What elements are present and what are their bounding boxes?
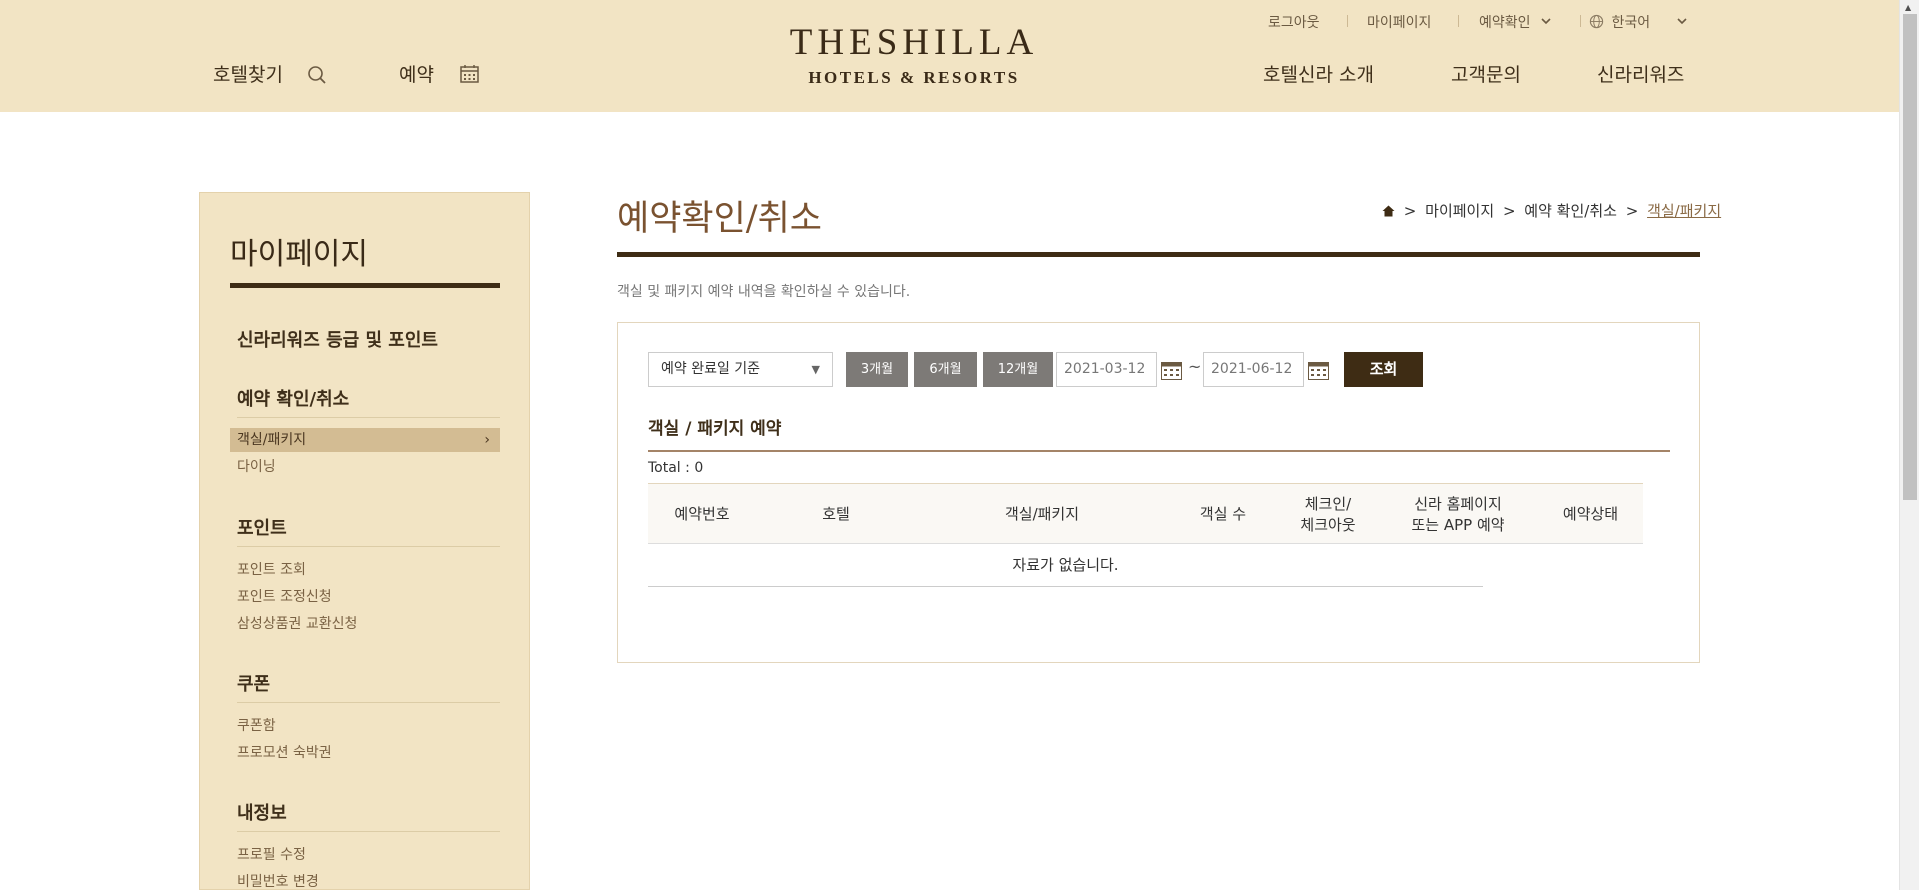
find-hotel-link[interactable]: 호텔찾기 bbox=[213, 60, 283, 87]
section-title: 객실 / 패키지 예약 bbox=[648, 419, 782, 439]
divider bbox=[1580, 15, 1581, 27]
col-checkin-checkout: 체크인/ 체크아웃 bbox=[1278, 484, 1378, 545]
sidebar-item-password-change[interactable]: 비밀번호 변경 bbox=[237, 871, 319, 891]
chevron-down-icon bbox=[1541, 18, 1551, 25]
breadcrumb-sep: > bbox=[1625, 202, 1639, 220]
sidebar-item-coupon-box[interactable]: 쿠폰함 bbox=[237, 715, 276, 735]
col-channel-line1: 신라 홈페이지 bbox=[1414, 494, 1502, 513]
nav-inquiry[interactable]: 고객문의 bbox=[1451, 60, 1521, 87]
globe-icon bbox=[1589, 14, 1604, 29]
sidebar-item-point-adjust[interactable]: 포인트 조정신청 bbox=[237, 586, 332, 606]
sidebar-item-room-package[interactable]: 객실/패키지 › bbox=[230, 428, 500, 452]
sidebar-item-giftcard-exchange[interactable]: 삼성상품권 교환신청 bbox=[237, 613, 357, 633]
sidebar-heading-myinfo[interactable]: 내정보 bbox=[237, 799, 287, 825]
col-hotel: 호텔 bbox=[822, 505, 850, 523]
breadcrumb-sep: > bbox=[1403, 202, 1417, 220]
calendar-icon[interactable] bbox=[460, 64, 479, 83]
section-bar bbox=[648, 450, 1670, 452]
sidebar-title: 마이페이지 bbox=[230, 237, 368, 272]
calendar-icon[interactable] bbox=[1308, 360, 1329, 380]
find-hotel-label: 호텔찾기 bbox=[213, 64, 283, 86]
logo-wordmark: THESHILLA bbox=[789, 22, 1039, 63]
page-description: 객실 및 패키지 예약 내역을 확인하실 수 있습니다. bbox=[617, 284, 911, 300]
reservation-check-link[interactable]: 예약확인 bbox=[1479, 12, 1551, 32]
date-basis-select[interactable]: 예약 완료일 기준 ▼ bbox=[648, 352, 833, 387]
breadcrumb-reservation[interactable]: 예약 확인/취소 bbox=[1524, 202, 1617, 220]
search-button[interactable]: 조회 bbox=[1344, 352, 1423, 387]
sidebar-item-dining[interactable]: 다이닝 bbox=[237, 456, 276, 476]
reserve-label: 예약 bbox=[399, 64, 434, 86]
sidebar-heading-point[interactable]: 포인트 bbox=[237, 514, 287, 540]
reserve-link[interactable]: 예약 bbox=[399, 60, 434, 87]
sidebar-item-point-inquiry[interactable]: 포인트 조회 bbox=[237, 559, 306, 579]
calendar-icon[interactable] bbox=[1161, 360, 1182, 380]
empty-message: 자료가 없습니다. bbox=[648, 544, 1483, 587]
caret-down-icon: ▼ bbox=[811, 363, 820, 376]
divider bbox=[237, 702, 500, 703]
reservation-check-label: 예약확인 bbox=[1479, 15, 1531, 31]
mypage-link[interactable]: 마이페이지 bbox=[1367, 12, 1431, 32]
sidebar-item-promotion-voucher[interactable]: 프로모션 숙박권 bbox=[237, 742, 332, 762]
language-selector[interactable]: 한국어 bbox=[1589, 12, 1687, 32]
date-range-tilde: ~ bbox=[1188, 357, 1202, 376]
home-icon[interactable] bbox=[1382, 205, 1395, 217]
sidebar-item-label: 객실/패키지 bbox=[237, 432, 307, 448]
sidebar-item-rewards-grade[interactable]: 신라리워즈 등급 및 포인트 bbox=[237, 326, 438, 352]
title-bar bbox=[617, 252, 1700, 257]
divider bbox=[237, 831, 500, 832]
col-status: 예약상태 bbox=[1562, 505, 1619, 523]
col-room-count: 객실 수 bbox=[1199, 505, 1247, 523]
mypage-sidebar: 마이페이지 신라리워즈 등급 및 포인트 예약 확인/취소 객실/패키지 › 다… bbox=[199, 192, 530, 890]
date-from-input[interactable]: 2021-03-12 bbox=[1056, 352, 1157, 387]
scroll-up-arrow-icon[interactable]: ▲ bbox=[1905, 3, 1911, 12]
site-header: 로그아웃 마이페이지 예약확인 한국어 호텔찾기 예약 THESHILLA HO… bbox=[0, 0, 1899, 112]
col-room-package: 객실/패키지 bbox=[1004, 505, 1080, 523]
logout-link[interactable]: 로그아웃 bbox=[1268, 12, 1320, 32]
language-label: 한국어 bbox=[1611, 15, 1651, 31]
sidebar-item-profile-edit[interactable]: 프로필 수정 bbox=[237, 844, 306, 864]
sidebar-heading-reservation[interactable]: 예약 확인/취소 bbox=[237, 385, 349, 411]
nav-rewards[interactable]: 신라리워즈 bbox=[1597, 60, 1684, 87]
sidebar-title-bar bbox=[230, 283, 500, 288]
table-header: 예약번호 호텔 객실/패키지 객실 수 체크인/ 체크아웃 신라 홈페이지 또는… bbox=[648, 483, 1643, 544]
chevron-right-icon: › bbox=[484, 432, 490, 448]
divider bbox=[1347, 15, 1348, 27]
logo-subtitle: HOTELS & RESORTS bbox=[808, 68, 1020, 87]
breadcrumb-sep: > bbox=[1502, 202, 1516, 220]
search-icon[interactable] bbox=[307, 65, 327, 85]
period-12m-button[interactable]: 12개월 bbox=[983, 352, 1053, 387]
col-booking-channel: 신라 홈페이지 또는 APP 예약 bbox=[1378, 484, 1538, 545]
breadcrumb-current[interactable]: 객실/패키지 bbox=[1647, 202, 1721, 220]
divider bbox=[237, 417, 500, 418]
date-basis-value: 예약 완료일 기준 bbox=[661, 361, 761, 377]
page-scrollbar[interactable]: ▲ bbox=[1899, 0, 1919, 890]
date-to-input[interactable]: 2021-06-12 bbox=[1203, 352, 1304, 387]
page-title: 예약확인/취소 bbox=[617, 199, 822, 239]
sidebar-heading-coupon[interactable]: 쿠폰 bbox=[237, 670, 270, 696]
divider bbox=[1458, 15, 1459, 27]
col-channel-line2: 또는 APP 예약 bbox=[1411, 515, 1505, 534]
period-6m-button[interactable]: 6개월 bbox=[914, 352, 977, 387]
col-checkout-label: 체크아웃 bbox=[1300, 515, 1356, 534]
chevron-down-icon bbox=[1676, 18, 1687, 25]
breadcrumb: > 마이페이지 > 예약 확인/취소 > 객실/패키지 bbox=[1382, 200, 1721, 221]
col-checkin-label: 체크인/ bbox=[1304, 494, 1352, 513]
scroll-thumb[interactable] bbox=[1903, 14, 1917, 500]
col-reservation-number: 예약번호 bbox=[674, 505, 730, 523]
shilla-logo[interactable]: THESHILLA HOTELS & RESORTS bbox=[788, 24, 1040, 88]
period-3m-button[interactable]: 3개월 bbox=[846, 352, 908, 387]
total-count: Total : 0 bbox=[648, 460, 704, 476]
divider bbox=[237, 546, 500, 547]
nav-about[interactable]: 호텔신라 소개 bbox=[1263, 60, 1374, 87]
reservation-list-panel: 예약 완료일 기준 ▼ 3개월 6개월 12개월 2021-03-12 ~ 20… bbox=[617, 322, 1700, 663]
breadcrumb-mypage[interactable]: 마이페이지 bbox=[1425, 202, 1494, 220]
